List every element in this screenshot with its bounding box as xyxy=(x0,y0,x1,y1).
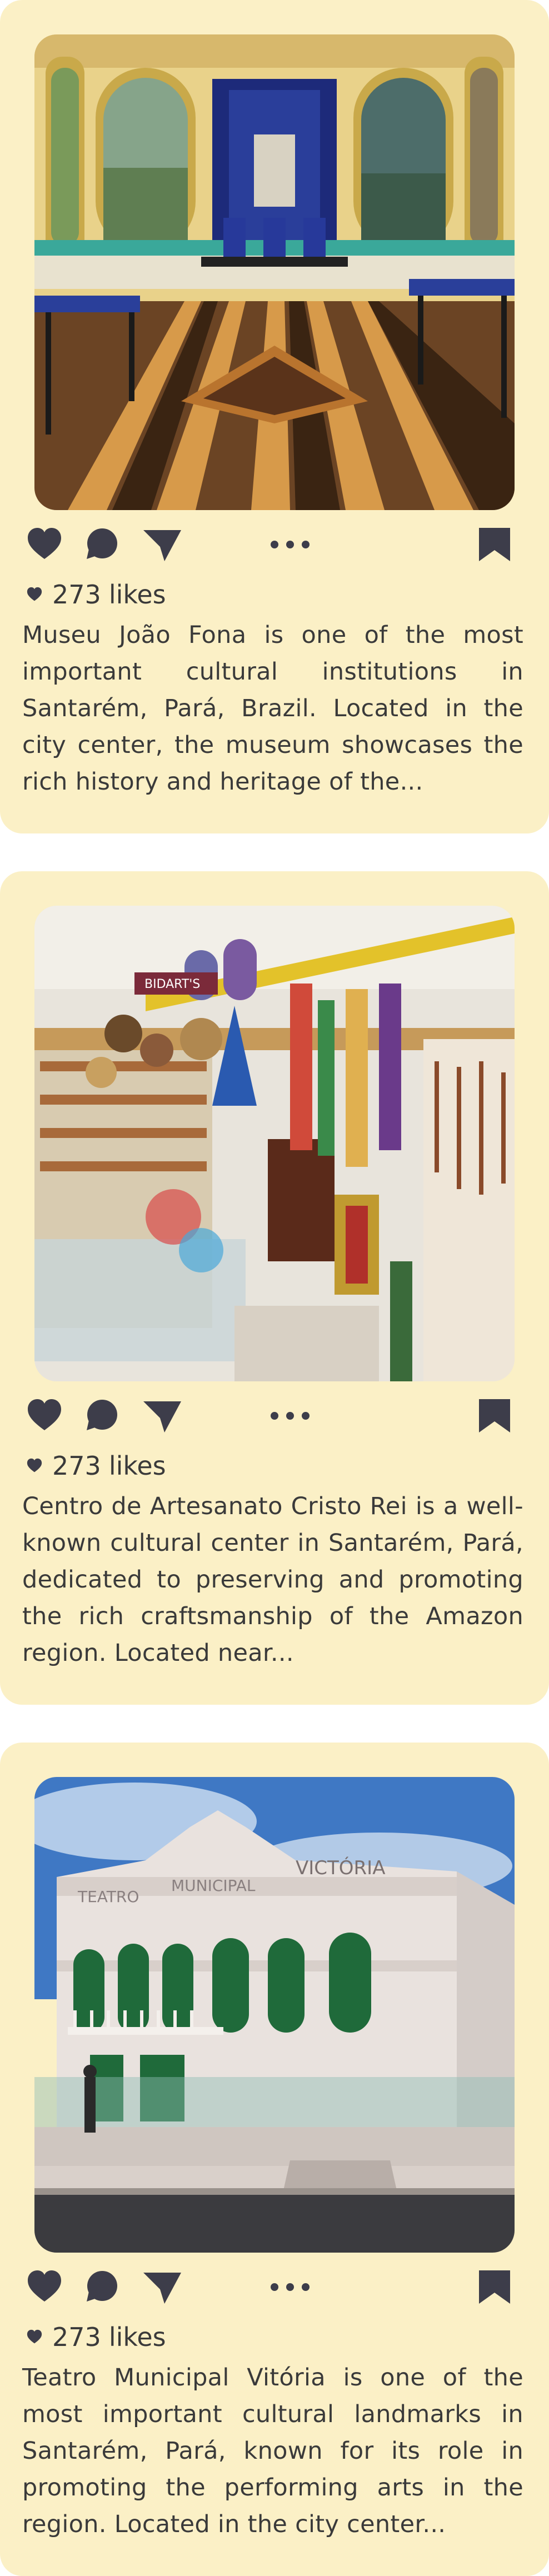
comment-button[interactable] xyxy=(84,2265,120,2309)
comment-button[interactable] xyxy=(84,522,120,567)
post-card: TEATRO MUNICIPAL VICTÓRIA 273 likes Teat… xyxy=(0,1743,549,2576)
post-photo-museum[interactable] xyxy=(34,34,515,510)
bookmark-icon xyxy=(479,2270,510,2304)
likes-row: 273 likes xyxy=(27,578,166,611)
post-photo-craft-center[interactable]: BIDART'S xyxy=(34,906,515,1381)
craft-shop-image: BIDART'S xyxy=(34,906,515,1381)
post-card: 273 likes Museu João Fona is one of the … xyxy=(0,0,549,833)
post-actions xyxy=(27,1394,522,1438)
likes-count: 273 xyxy=(52,1451,101,1481)
bookmark-icon xyxy=(479,1399,510,1432)
comment-icon xyxy=(87,2271,117,2302)
theatre-sign-mid: MUNICIPAL xyxy=(171,1876,256,1895)
post-actions xyxy=(27,522,522,567)
more-icon xyxy=(271,2283,310,2291)
theatre-sign-right: VICTÓRIA xyxy=(296,1856,385,1879)
more-options-button[interactable] xyxy=(268,522,312,567)
post-photo-theatre[interactable]: TEATRO MUNICIPAL VICTÓRIA xyxy=(34,1777,515,2253)
share-button[interactable] xyxy=(142,2265,182,2309)
post-caption: Centro de Artesanato Cristo Rei is a wel… xyxy=(22,1492,523,1667)
likes-row: 273 likes xyxy=(27,1449,166,1482)
post-caption: Teatro Municipal Vitória is one of the m… xyxy=(22,2364,523,2538)
heart-icon xyxy=(28,528,61,559)
post-caption: Museu João Fona is one of the most impor… xyxy=(22,621,523,796)
post-actions xyxy=(27,2265,522,2309)
theatre-building-image: TEATRO MUNICIPAL VICTÓRIA xyxy=(34,1777,515,2253)
send-icon xyxy=(143,530,181,561)
comment-button[interactable] xyxy=(84,1394,120,1438)
likes-label: likes xyxy=(108,580,166,610)
send-icon xyxy=(143,1401,181,1432)
small-heart-icon xyxy=(27,1458,42,1472)
small-heart-icon xyxy=(27,2329,42,2344)
post-card: BIDART'S 273 likes Centro de Artesanato … xyxy=(0,871,549,1705)
more-options-button[interactable] xyxy=(268,2265,312,2309)
more-icon xyxy=(271,1412,310,1420)
likes-count: 273 xyxy=(52,580,101,610)
heart-icon xyxy=(28,2270,61,2302)
likes-row: 273 likes xyxy=(27,2320,166,2354)
bookmark-button[interactable] xyxy=(478,522,511,567)
like-button[interactable] xyxy=(27,522,62,567)
museum-interior-image xyxy=(34,34,515,510)
heart-icon xyxy=(28,1399,61,1430)
shop-sign: BIDART'S xyxy=(144,977,200,991)
bookmark-button[interactable] xyxy=(478,1394,511,1438)
comment-icon xyxy=(87,528,117,559)
likes-count: 273 xyxy=(52,2322,101,2352)
small-heart-icon xyxy=(27,587,42,601)
like-button[interactable] xyxy=(27,2265,62,2309)
more-icon xyxy=(271,541,310,548)
feed: 273 likes Museu João Fona is one of the … xyxy=(0,0,549,2576)
theatre-sign-left: TEATRO xyxy=(77,1888,139,1906)
like-button[interactable] xyxy=(27,1394,62,1438)
likes-label: likes xyxy=(108,1451,166,1481)
bookmark-icon xyxy=(479,528,510,561)
share-button[interactable] xyxy=(142,522,182,567)
likes-label: likes xyxy=(108,2322,166,2352)
share-button[interactable] xyxy=(142,1394,182,1438)
more-options-button[interactable] xyxy=(268,1394,312,1438)
comment-icon xyxy=(87,1400,117,1430)
bookmark-button[interactable] xyxy=(478,2265,511,2309)
send-icon xyxy=(143,2273,181,2304)
